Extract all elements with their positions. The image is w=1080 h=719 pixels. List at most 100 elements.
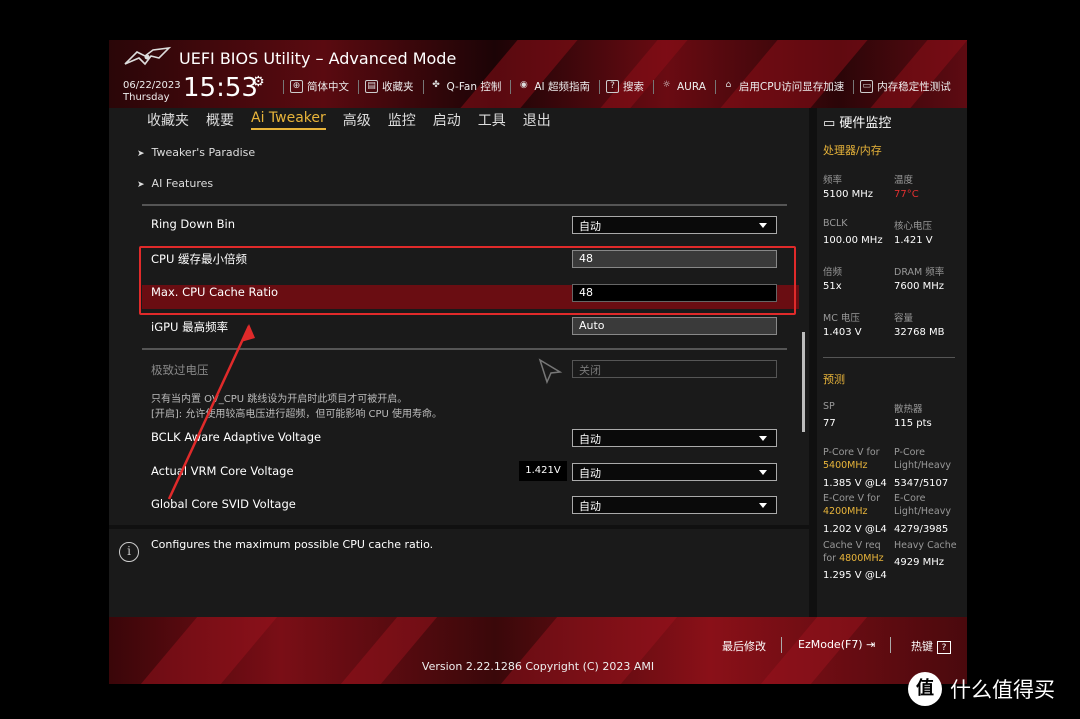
toolbar-label: AI 超频指南	[534, 81, 590, 93]
lock-arrow-icon	[538, 358, 563, 384]
toolbar-label: 启用CPU访问显存加速	[738, 81, 845, 93]
divider	[823, 357, 955, 358]
dram-value: 7600 MHz	[894, 281, 945, 292]
divider	[142, 348, 787, 350]
toolbar-aura[interactable]: ☼ AURA	[652, 79, 706, 94]
toolbar-label: 收藏夹	[382, 81, 414, 93]
bclk-aware-label: BCLK Aware Adaptive Voltage	[151, 430, 322, 444]
submenu-ai-features[interactable]: ➤ AI Features	[137, 177, 213, 190]
tab-tool[interactable]: 工具	[478, 108, 506, 134]
chevron-down-icon	[759, 470, 767, 475]
global-svid-dropdown[interactable]: 自动	[572, 496, 777, 514]
tab-ai-tweaker[interactable]: Ai Tweaker	[251, 108, 326, 130]
prediction-section: 预测	[823, 373, 845, 386]
tab-advanced[interactable]: 高级	[343, 108, 371, 134]
toolbar-label: 搜索	[622, 81, 644, 93]
ratio-value: 51x	[823, 281, 842, 292]
igpu-max-freq-input[interactable]: Auto	[572, 317, 777, 335]
date-display: 06/22/2023 Thursday	[123, 80, 181, 104]
pcore-lh-label-2: Light/Heavy	[894, 460, 951, 471]
cooler-label: 散热器	[894, 404, 923, 415]
tab-monitor[interactable]: 监控	[388, 108, 416, 134]
toolbar: ⊕ 简体中文 ▤ 收藏夹 ✤ Q-Fan 控制 ◉ AI 超频指南 ? 搜索 ☼ AURA …	[283, 79, 960, 94]
ezmode-button[interactable]: EzMode(F7) ⇥	[798, 638, 875, 651]
date-text: 06/22/2023	[123, 80, 181, 91]
header-bar: UEFI BIOS Utility – Advanced Mode 06/22/…	[109, 40, 967, 108]
toolbar-label: 内存稳定性测试	[877, 81, 951, 93]
ecore-lh-label-2: Light/Heavy	[894, 506, 951, 517]
mc-voltage-value: 1.403 V	[823, 327, 862, 338]
version-text: Version 2.22.1286 Copyright (C) 2023 AMI	[421, 660, 655, 673]
bclk-aware-dropdown[interactable]: 自动	[572, 429, 777, 447]
dropdown-value: 自动	[579, 220, 601, 233]
tab-boot[interactable]: 启动	[433, 108, 461, 134]
cpu-memory-section: 处理器/内存	[823, 144, 882, 157]
pcore-lh-value: 5347/5107	[894, 478, 949, 489]
watermark-text: 什么值得买	[950, 678, 1055, 702]
last-modified-button[interactable]: 最后修改	[722, 638, 766, 654]
scrollbar[interactable]	[802, 332, 805, 432]
ezmode-label: EzMode(F7)	[798, 638, 863, 651]
favorites-icon: ▤	[365, 80, 378, 93]
ecore-v-freq: 4200MHz	[823, 506, 868, 517]
voltage-readout: 1.421V	[519, 461, 567, 481]
dropdown-value: 自动	[579, 433, 601, 446]
separator	[283, 79, 284, 94]
chevron-right-icon: ➤	[137, 149, 145, 159]
ecore-lh-value: 4279/3985	[894, 524, 949, 535]
hotkeys-label: 热键	[911, 640, 933, 653]
toolbar-favorites[interactable]: ▤ 收藏夹	[358, 79, 414, 94]
ring-down-bin-dropdown[interactable]: 自动	[572, 216, 777, 234]
freq-value: 5100 MHz	[823, 189, 874, 200]
freq-label: 频率	[823, 175, 843, 186]
main-tabs: 收藏夹 概要 Ai Tweaker 高级 监控 启动 工具 退出	[109, 108, 809, 134]
pcore-lh-label: P-Core	[894, 447, 925, 458]
bclk-label: BCLK	[823, 218, 848, 229]
cache-v-value: 1.295 V @L4	[823, 570, 887, 581]
capacity-value: 32768 MB	[894, 327, 945, 338]
bios-window: UEFI BIOS Utility – Advanced Mode 06/22/…	[109, 40, 967, 684]
ecore-lh-label: E-Core	[894, 493, 926, 504]
dropdown-value: 自动	[579, 467, 601, 480]
toolbar-qfan[interactable]: ✤ Q-Fan 控制	[422, 79, 501, 94]
memory-icon: ⌂	[725, 80, 732, 90]
extreme-overvoltage-label: 极致过电压	[151, 363, 209, 377]
chevron-down-icon	[759, 503, 767, 508]
submenu-label: AI Features	[151, 177, 214, 190]
watermark: 值 什么值得买	[908, 672, 1055, 706]
submenu-tweakers-paradise[interactable]: ➤ Tweaker's Paradise	[137, 146, 255, 159]
vcore-label: 核心电压	[894, 221, 933, 232]
help-panel: i Configures the maximum possible CPU ca…	[109, 529, 809, 617]
note-line-2: [开启]: 允许使用较高电压进行超频，但可能影响 CPU 使用寿命。	[151, 409, 443, 420]
toolbar-memtest[interactable]: ▭ 内存稳定性测试	[853, 79, 951, 94]
heavy-cache-value: 4929 MHz	[894, 557, 945, 568]
separator	[598, 79, 600, 94]
toolbar-rebar[interactable]: ⌂ 启用CPU访问显存加速	[714, 79, 845, 94]
pcore-v-label: P-Core V for	[823, 447, 880, 458]
aura-icon: ☼	[662, 80, 671, 90]
separator	[422, 79, 424, 94]
sp-value: 77	[823, 418, 836, 429]
help-icon: ?	[937, 640, 951, 654]
note-line-1: 只有当内置 OV_CPU 跳线设为开启时此项目才可被开启。	[151, 394, 408, 405]
tab-main[interactable]: 概要	[206, 108, 234, 134]
separator	[510, 79, 512, 94]
footer-bar: 最后修改 EzMode(F7) ⇥ 热键? Version 2.22.1286 …	[109, 617, 967, 684]
ecore-v-label: E-Core V for	[823, 493, 881, 504]
pcore-v-value: 1.385 V @L4	[823, 478, 887, 489]
tab-favorites[interactable]: 收藏夹	[147, 108, 189, 134]
hotkeys-button[interactable]: 热键?	[911, 638, 951, 654]
pcore-v-freq: 5400MHz	[823, 460, 868, 471]
separator	[358, 79, 359, 94]
igpu-max-freq-label: iGPU 最高频率	[151, 320, 229, 334]
tab-exit[interactable]: 退出	[523, 108, 551, 134]
toolbar-language[interactable]: ⊕ 简体中文	[283, 79, 349, 94]
gear-icon[interactable]: ⚙	[252, 74, 265, 90]
dram-label: DRAM 频率	[894, 267, 945, 278]
actual-vrm-dropdown[interactable]: 自动	[572, 463, 777, 481]
dropdown-value: 自动	[579, 500, 601, 513]
rog-logo-icon	[124, 46, 172, 66]
toolbar-ai-guide[interactable]: ◉ AI 超频指南	[510, 79, 590, 94]
separator	[652, 79, 654, 94]
toolbar-search[interactable]: ? 搜索	[598, 79, 644, 94]
